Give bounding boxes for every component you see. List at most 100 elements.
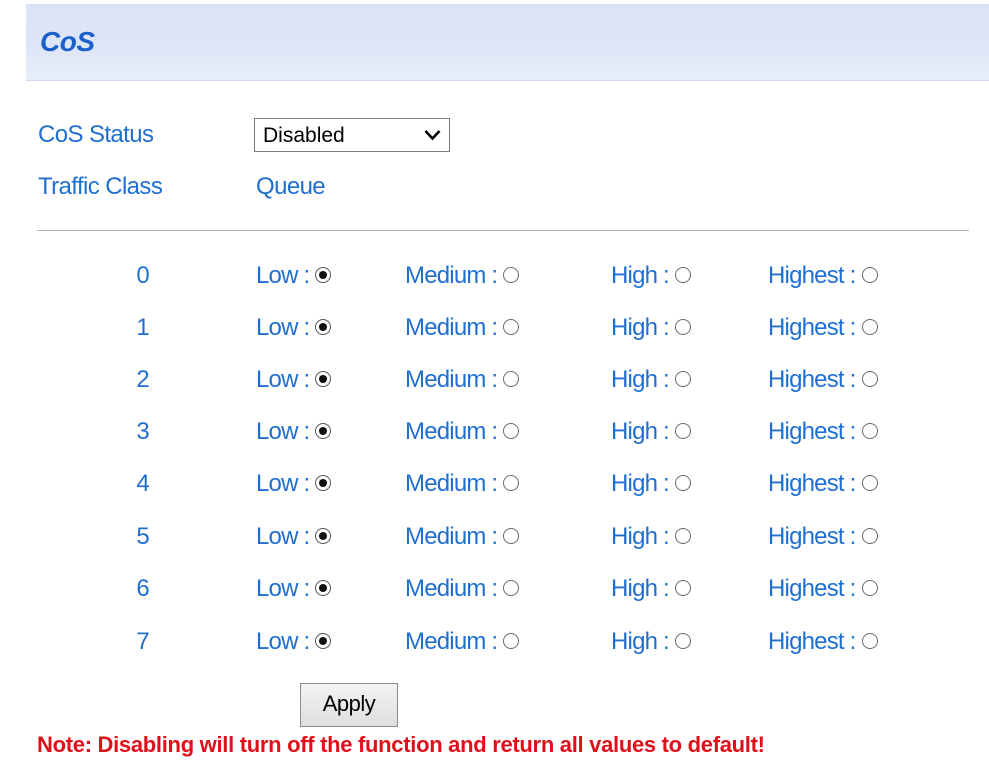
queue-option-label: Low — [256, 470, 298, 497]
queue-option-label: Medium — [405, 470, 486, 497]
radio-unselected-icon[interactable] — [861, 527, 878, 544]
queue-option-label: Medium — [405, 314, 486, 341]
queue-option-medium[interactable]: Medium : — [405, 418, 520, 446]
radio-unselected-icon[interactable] — [503, 370, 520, 387]
radio-selected-icon[interactable] — [315, 474, 332, 491]
radio-selected-icon[interactable] — [315, 422, 332, 439]
traffic-class-number: 1 — [136, 314, 150, 341]
queue-option-low[interactable]: Low : — [256, 523, 332, 551]
queue-option-high[interactable]: High : — [611, 523, 691, 551]
queue-option-medium[interactable]: Medium : — [405, 470, 520, 498]
table-row: 1 Low : Medium : High : Highest : — [0, 314, 989, 354]
radio-unselected-icon[interactable] — [674, 579, 691, 596]
queue-option-medium[interactable]: Medium : — [405, 575, 520, 603]
queue-option-label: Highest — [768, 575, 845, 602]
queue-option-low[interactable]: Low : — [256, 366, 332, 394]
traffic-class-number: 3 — [136, 418, 150, 445]
traffic-class-header: Traffic Class — [38, 173, 163, 200]
queue-option-high[interactable]: High : — [611, 470, 691, 498]
radio-unselected-icon[interactable] — [861, 632, 878, 649]
radio-unselected-icon[interactable] — [861, 318, 878, 335]
queue-option-medium[interactable]: Medium : — [405, 262, 520, 290]
radio-unselected-icon[interactable] — [503, 318, 520, 335]
traffic-class-number: 4 — [136, 470, 150, 497]
queue-option-label: Highest — [768, 418, 845, 445]
queue-option-medium[interactable]: Medium : — [405, 366, 520, 394]
queue-option-high[interactable]: High : — [611, 575, 691, 603]
queue-option-highest[interactable]: Highest : — [768, 523, 878, 551]
radio-unselected-icon[interactable] — [674, 266, 691, 283]
traffic-class-number: 2 — [136, 366, 150, 393]
radio-unselected-icon[interactable] — [861, 474, 878, 491]
radio-unselected-icon[interactable] — [674, 474, 691, 491]
radio-unselected-icon[interactable] — [674, 422, 691, 439]
queue-option-low[interactable]: Low : — [256, 470, 332, 498]
queue-option-label: Highest — [768, 366, 845, 393]
traffic-class-number: 7 — [136, 628, 150, 655]
radio-unselected-icon[interactable] — [503, 527, 520, 544]
queue-option-high[interactable]: High : — [611, 366, 691, 394]
queue-option-highest[interactable]: Highest : — [768, 575, 878, 603]
queue-option-high[interactable]: High : — [611, 628, 691, 656]
queue-option-label: Medium — [405, 262, 486, 289]
queue-option-highest[interactable]: Highest : — [768, 628, 878, 656]
radio-unselected-icon[interactable] — [674, 632, 691, 649]
radio-unselected-icon[interactable] — [861, 579, 878, 596]
queue-option-highest[interactable]: Highest : — [768, 262, 878, 290]
radio-selected-icon[interactable] — [315, 370, 332, 387]
radio-selected-icon[interactable] — [315, 527, 332, 544]
queue-option-high[interactable]: High : — [611, 314, 691, 342]
table-row: 0 Low : Medium : High : Highest : — [0, 262, 989, 302]
queue-option-label: High — [611, 628, 658, 655]
radio-unselected-icon[interactable] — [503, 474, 520, 491]
table-row: 3 Low : Medium : High : Highest : — [0, 418, 989, 458]
cos-status-select[interactable]: Disabled — [254, 118, 450, 152]
queue-option-low[interactable]: Low : — [256, 575, 332, 603]
queue-option-label: High — [611, 470, 658, 497]
radio-unselected-icon[interactable] — [674, 370, 691, 387]
page-title: CoS — [40, 26, 95, 57]
queue-option-label: Low — [256, 628, 298, 655]
radio-selected-icon[interactable] — [315, 579, 332, 596]
radio-selected-icon[interactable] — [315, 318, 332, 335]
divider — [37, 230, 969, 231]
title-bar: CoS — [26, 4, 989, 81]
radio-unselected-icon[interactable] — [503, 266, 520, 283]
queue-option-low[interactable]: Low : — [256, 418, 332, 446]
queue-option-label: High — [611, 575, 658, 602]
queue-option-label: Low — [256, 262, 298, 289]
queue-option-label: Low — [256, 314, 298, 341]
queue-option-highest[interactable]: Highest : — [768, 470, 878, 498]
queue-option-label: Medium — [405, 628, 486, 655]
queue-option-medium[interactable]: Medium : — [405, 314, 520, 342]
queue-option-highest[interactable]: Highest : — [768, 418, 878, 446]
cos-status-label: CoS Status — [38, 121, 154, 148]
queue-option-low[interactable]: Low : — [256, 628, 332, 656]
queue-option-high[interactable]: High : — [611, 262, 691, 290]
queue-option-low[interactable]: Low : — [256, 314, 332, 342]
queue-option-label: High — [611, 366, 658, 393]
radio-unselected-icon[interactable] — [503, 632, 520, 649]
queue-option-label: Highest — [768, 314, 845, 341]
table-row: 7 Low : Medium : High : Highest : — [0, 628, 989, 668]
table-row: 6 Low : Medium : High : Highest : — [0, 575, 989, 615]
queue-option-medium[interactable]: Medium : — [405, 628, 520, 656]
queue-option-medium[interactable]: Medium : — [405, 523, 520, 551]
radio-selected-icon[interactable] — [315, 632, 332, 649]
queue-option-highest[interactable]: Highest : — [768, 314, 878, 342]
apply-button[interactable]: Apply — [300, 683, 398, 727]
radio-unselected-icon[interactable] — [861, 266, 878, 283]
queue-option-label: Highest — [768, 523, 845, 550]
queue-option-label: Medium — [405, 418, 486, 445]
radio-unselected-icon[interactable] — [861, 422, 878, 439]
queue-option-highest[interactable]: Highest : — [768, 366, 878, 394]
table-row: 4 Low : Medium : High : Highest : — [0, 470, 989, 510]
queue-option-high[interactable]: High : — [611, 418, 691, 446]
radio-unselected-icon[interactable] — [674, 318, 691, 335]
radio-unselected-icon[interactable] — [503, 579, 520, 596]
radio-unselected-icon[interactable] — [503, 422, 520, 439]
radio-unselected-icon[interactable] — [861, 370, 878, 387]
radio-unselected-icon[interactable] — [674, 527, 691, 544]
radio-selected-icon[interactable] — [315, 266, 332, 283]
queue-option-low[interactable]: Low : — [256, 262, 332, 290]
